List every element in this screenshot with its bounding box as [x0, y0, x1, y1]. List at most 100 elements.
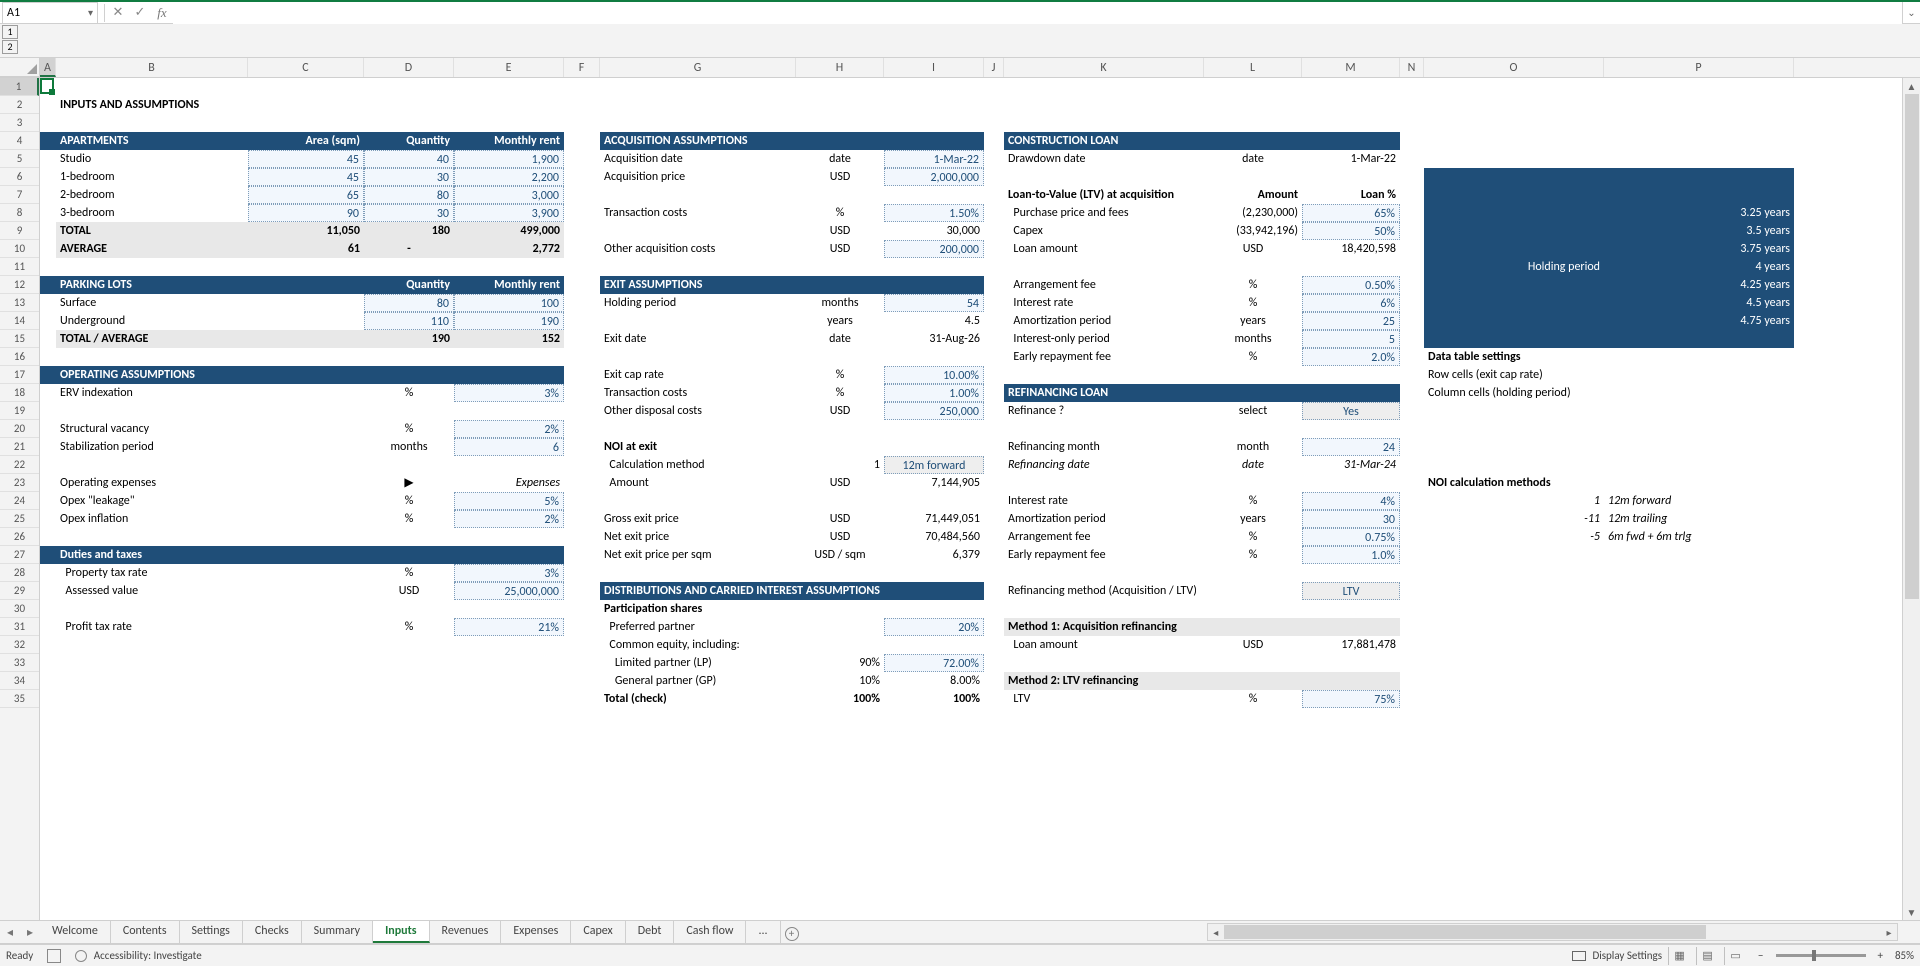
cell-K25[interactable]: Amortization period — [1004, 510, 1204, 528]
cell-E20[interactable]: 2% — [454, 420, 564, 438]
cell-H14[interactable]: years — [796, 312, 884, 330]
cell-D9[interactable]: 180 — [364, 222, 454, 240]
row-header-20[interactable]: 20 — [0, 420, 39, 438]
cell-G12[interactable]: EXIT ASSUMPTIONS — [600, 276, 984, 294]
cell-M27[interactable]: 1.0% — [1302, 546, 1400, 564]
cell-D25[interactable]: % — [364, 510, 454, 528]
cell-A27[interactable] — [40, 546, 56, 564]
cell-O17[interactable]: Row cells (exit cap rate) — [1424, 366, 1604, 384]
cell-M29[interactable]: LTV — [1302, 582, 1400, 600]
cell-O8[interactable] — [1424, 204, 1604, 222]
cell-B4[interactable]: APARTMENTS — [56, 132, 248, 150]
cell-B10[interactable]: AVERAGE — [56, 240, 248, 258]
cell-I8[interactable]: 1.50% — [884, 204, 984, 222]
cell-M16[interactable]: 2.0% — [1302, 348, 1400, 366]
cell-E24[interactable]: 5% — [454, 492, 564, 510]
cell-P25[interactable]: 12m trailing — [1604, 510, 1794, 528]
cell-G30[interactable]: Participation shares — [600, 600, 796, 618]
cell-C10[interactable]: 61 — [248, 240, 364, 258]
cell-I19[interactable]: 250,000 — [884, 402, 984, 420]
cell-K29[interactable]: Refinancing method (Acquisition / LTV) — [1004, 582, 1204, 600]
group-level-2[interactable]: 2 — [2, 40, 18, 54]
cell-L32[interactable]: USD — [1204, 636, 1302, 654]
cell-L22[interactable]: date — [1204, 456, 1302, 474]
column-header-N[interactable]: N — [1400, 58, 1424, 77]
cell-P14[interactable]: 4.75 years — [1604, 312, 1794, 330]
cell-P9[interactable]: 3.5 years — [1604, 222, 1794, 240]
cell-H13[interactable]: months — [796, 294, 884, 312]
cell-B9[interactable]: TOTAL — [56, 222, 248, 240]
column-header-K[interactable]: K — [1004, 58, 1204, 77]
cell-I15[interactable]: 31-Aug-26 — [884, 330, 984, 348]
row-header-10[interactable]: 10 — [0, 240, 39, 258]
scroll-up-icon[interactable]: ▲ — [1904, 78, 1920, 94]
cell-B15[interactable]: TOTAL / AVERAGE — [56, 330, 248, 348]
cell-I18[interactable]: 1.00% — [884, 384, 984, 402]
cell-B7[interactable]: 2-bedroom — [56, 186, 248, 204]
cell-L8[interactable]: (2,230,000) — [1204, 204, 1302, 222]
sheet-tab-summary[interactable]: Summary — [302, 921, 373, 943]
cell-E12[interactable]: Monthly rent — [454, 276, 564, 294]
cell-C8[interactable]: 90 — [248, 204, 364, 222]
vertical-scrollbar[interactable]: ▲ ▼ — [1902, 78, 1920, 920]
cell-D7[interactable]: 80 — [364, 186, 454, 204]
cell-C15[interactable] — [248, 330, 364, 348]
cell-C7[interactable]: 65 — [248, 186, 364, 204]
cell-K10[interactable]: Loan amount — [1004, 240, 1204, 258]
cell-P12[interactable]: 4.25 years — [1604, 276, 1794, 294]
cell-M22[interactable]: 31-Mar-24 — [1302, 456, 1400, 474]
add-sheet-button[interactable]: + — [781, 923, 803, 942]
column-header-P[interactable]: P — [1604, 58, 1794, 77]
cell-M14[interactable]: 25 — [1302, 312, 1400, 330]
cell-G10[interactable]: Other acquisition costs — [600, 240, 796, 258]
cell-E9[interactable]: 499,000 — [454, 222, 564, 240]
cell-L21[interactable]: month — [1204, 438, 1302, 456]
row-header-26[interactable]: 26 — [0, 528, 39, 546]
column-header-C[interactable]: C — [248, 58, 364, 77]
row-header-35[interactable]: 35 — [0, 690, 39, 708]
cell-E5[interactable]: 1,900 — [454, 150, 564, 168]
cell-O13[interactable] — [1424, 294, 1604, 312]
row-header-29[interactable]: 29 — [0, 582, 39, 600]
row-header-7[interactable]: 7 — [0, 186, 39, 204]
cell-K7[interactable]: Loan-to-Value (LTV) at acquisition — [1004, 186, 1204, 204]
cell-I10[interactable]: 200,000 — [884, 240, 984, 258]
cell-G33[interactable]: Limited partner (LP) — [600, 654, 796, 672]
cell-grid[interactable]: INPUTS AND ASSUMPTIONSAPARTMENTSArea (sq… — [40, 78, 1920, 920]
cell-C5[interactable]: 45 — [248, 150, 364, 168]
row-header-12[interactable]: 12 — [0, 276, 39, 294]
cell-B31[interactable]: Profit tax rate — [56, 618, 248, 636]
cell-C9[interactable]: 11,050 — [248, 222, 364, 240]
cell-K26[interactable]: Arrangement fee — [1004, 528, 1204, 546]
expand-formula-icon[interactable]: ⌄ — [1902, 2, 1920, 24]
cell-G31[interactable]: Preferred partner — [600, 618, 796, 636]
cell-I14[interactable]: 4.5 — [884, 312, 984, 330]
row-header-24[interactable]: 24 — [0, 492, 39, 510]
cell-G8[interactable]: Transaction costs — [600, 204, 796, 222]
column-header-F[interactable]: F — [564, 58, 600, 77]
cell-I13[interactable]: 54 — [884, 294, 984, 312]
column-header-M[interactable]: M — [1302, 58, 1400, 77]
cell-K32[interactable]: Loan amount — [1004, 636, 1204, 654]
cell-D12[interactable]: Quantity — [364, 276, 454, 294]
row-header-1[interactable]: 1 — [0, 78, 39, 96]
cell-C4[interactable]: Area (sqm) — [248, 132, 364, 150]
cell-K35[interactable]: LTV — [1004, 690, 1204, 708]
column-header-B[interactable]: B — [56, 58, 248, 77]
cell-K5[interactable]: Drawdown date — [1004, 150, 1204, 168]
cell-O16[interactable]: Data table settings — [1424, 348, 1604, 366]
cell-H35[interactable]: 100% — [796, 690, 884, 708]
zoom-in-button[interactable]: + — [1878, 949, 1883, 962]
cell-E18[interactable]: 3% — [454, 384, 564, 402]
row-header-32[interactable]: 32 — [0, 636, 39, 654]
cell-L26[interactable]: % — [1204, 528, 1302, 546]
cell-H17[interactable]: % — [796, 366, 884, 384]
cell-A12[interactable] — [40, 276, 56, 294]
cell-H8[interactable]: % — [796, 204, 884, 222]
cell-B25[interactable]: Opex inflation — [56, 510, 248, 528]
cell-G21[interactable]: NOI at exit — [600, 438, 796, 456]
accept-icon[interactable]: ✓ — [129, 2, 151, 24]
cell-P11[interactable]: 4 years — [1604, 258, 1794, 276]
cell-B29[interactable]: Assessed value — [56, 582, 248, 600]
cell-K9[interactable]: Capex — [1004, 222, 1204, 240]
